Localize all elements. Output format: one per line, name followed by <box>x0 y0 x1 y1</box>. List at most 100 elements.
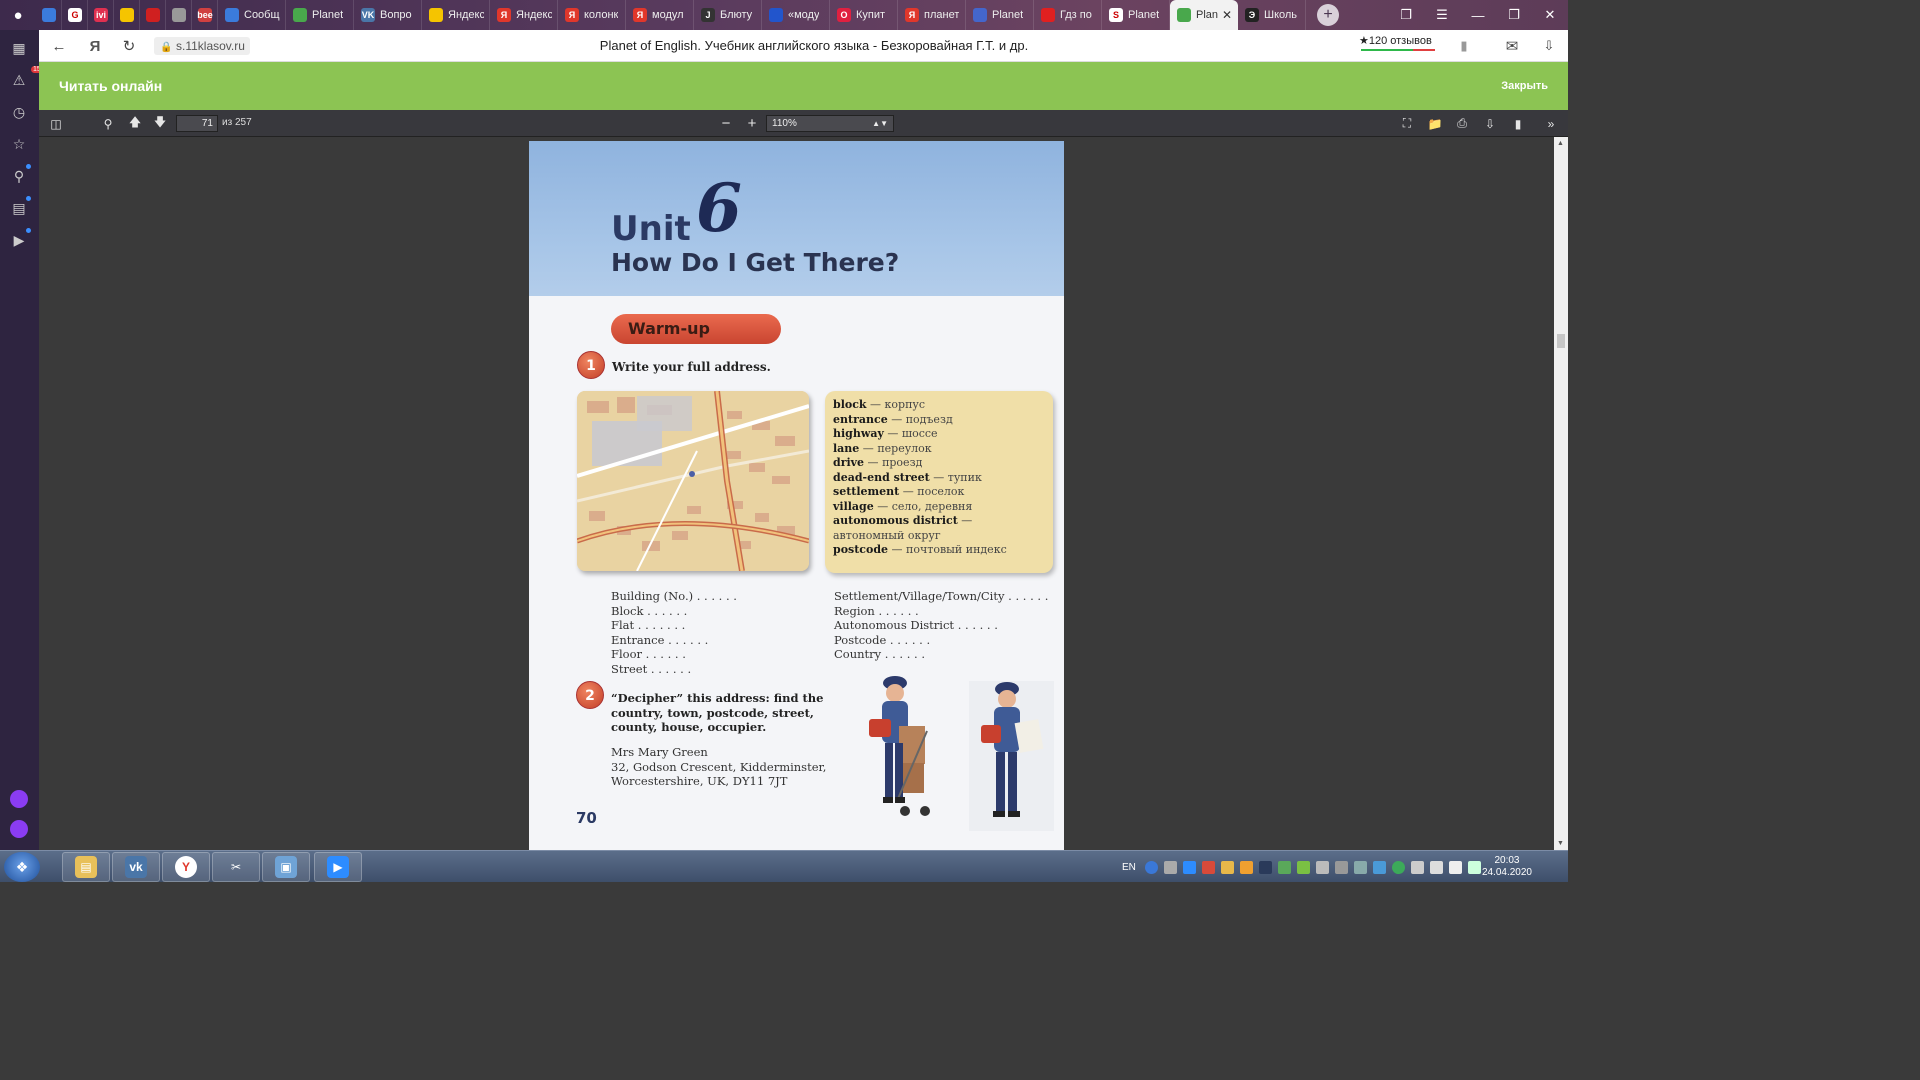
page-number-input[interactable]: 71 <box>176 115 218 132</box>
taskbar-file-explorer[interactable]: ▤ <box>62 852 110 882</box>
taskbar-vk[interactable]: vk <box>112 852 160 882</box>
tray-app-icon[interactable] <box>1239 860 1253 874</box>
vertical-scrollbar[interactable]: ▲ ▼ <box>1554 137 1568 850</box>
sidebar-toggle-icon[interactable]: ◫ <box>47 115 65 132</box>
translate-icon[interactable]: ✉ <box>1502 36 1522 56</box>
updates-icon[interactable] <box>1163 860 1177 874</box>
tools-menu-icon[interactable]: » <box>1542 115 1560 132</box>
browser-tab[interactable]: Planet <box>966 0 1034 30</box>
antivirus-icon[interactable] <box>1201 860 1215 874</box>
taskbar-zoom[interactable]: ▶ <box>314 852 362 882</box>
system-clock[interactable]: 20:03 24.04.2020 <box>1482 855 1532 879</box>
browser-tab[interactable]: bee <box>192 0 218 30</box>
display-icon[interactable] <box>1429 860 1443 874</box>
bookmark-icon[interactable]: ▮ <box>1454 36 1474 56</box>
browser-tab[interactable] <box>140 0 166 30</box>
bookmarks-star-icon[interactable]: ☆ <box>9 134 29 154</box>
volume-icon[interactable] <box>1448 860 1462 874</box>
browser-tab[interactable]: O Купит <box>830 0 898 30</box>
page-title[interactable]: Planet of English. Учебник английского я… <box>339 38 1289 53</box>
minimize-button[interactable]: — <box>1460 0 1496 30</box>
browser-tab[interactable] <box>36 0 62 30</box>
browser-menu-icon[interactable]: ☰ <box>1424 0 1460 30</box>
scrollbar-thumb[interactable] <box>1557 334 1565 348</box>
url-domain[interactable]: 🔒 s.11klasov.ru <box>154 37 250 55</box>
zoom-out-icon[interactable]: − <box>717 115 735 132</box>
close-window-button[interactable]: ✕ <box>1532 0 1568 30</box>
profile-icon[interactable]: ● <box>0 0 36 30</box>
search-page-icon[interactable]: ⚲ <box>9 164 31 186</box>
browser-tab[interactable]: Plan ✕ <box>1170 0 1238 30</box>
steam-icon[interactable] <box>1258 860 1272 874</box>
nvidia-icon[interactable] <box>1296 860 1310 874</box>
pdf-viewer[interactable]: Unit 6 How Do I Get There? Warm-up 1 Wri… <box>39 137 1568 850</box>
zoom-tray-icon[interactable] <box>1182 860 1196 874</box>
open-file-icon[interactable]: 📁 <box>1426 115 1444 132</box>
browser-tab[interactable]: Яколонк <box>558 0 626 30</box>
print-icon[interactable]: ⎙ <box>1453 115 1471 132</box>
help-icon[interactable] <box>1144 860 1158 874</box>
scroll-down-icon[interactable]: ▼ <box>1557 840 1564 847</box>
browser-tab[interactable]: Э Школь <box>1238 0 1306 30</box>
tab-label: модул <box>652 9 684 21</box>
bookmark-icon[interactable]: ▮ <box>1509 115 1527 132</box>
tray-app-icon[interactable] <box>1277 860 1291 874</box>
lock-icon[interactable]: 🔒 <box>160 39 172 57</box>
browser-tab[interactable]: Гдз по <box>1034 0 1102 30</box>
tabs-menu-icon[interactable]: ❐ <box>1388 0 1424 30</box>
browser-tab[interactable]: J Блюту <box>694 0 762 30</box>
history-clock-icon[interactable]: ◷ <box>9 102 29 122</box>
ivi-icon: ivi <box>94 8 108 22</box>
yandex-logo-icon[interactable]: Я <box>85 36 105 56</box>
browser-tab[interactable] <box>114 0 140 30</box>
browser-tab[interactable]: Planet <box>286 0 354 30</box>
back-arrow-icon[interactable]: ← <box>49 36 69 56</box>
browser-tab[interactable]: Ямодул <box>626 0 694 30</box>
wifi-icon[interactable] <box>1467 860 1481 874</box>
browser-tab[interactable]: Я Яндекс <box>490 0 558 30</box>
reload-icon[interactable]: ↻ <box>119 36 139 56</box>
media-play-icon[interactable]: ▶ <box>9 228 31 250</box>
tray-app-icon[interactable] <box>1334 860 1348 874</box>
language-indicator[interactable]: EN <box>1122 862 1136 873</box>
tray-app-icon[interactable] <box>1372 860 1386 874</box>
pen-icon[interactable] <box>1315 860 1329 874</box>
banner-close-button[interactable]: Закрыть <box>1501 80 1548 92</box>
start-button[interactable]: ❖ <box>4 852 40 882</box>
downloads-icon[interactable]: ⇩ <box>1539 36 1559 56</box>
messenger-icon[interactable] <box>10 820 28 838</box>
browser-tab[interactable]: S Planet <box>1102 0 1170 30</box>
scroll-up-icon[interactable]: ▲ <box>1557 140 1564 147</box>
browser-tab[interactable]: ivi <box>88 0 114 30</box>
browser-tab[interactable]: Яндекс <box>422 0 490 30</box>
browser-tab[interactable] <box>166 0 192 30</box>
next-page-icon[interactable]: 🡇 <box>151 115 169 132</box>
browser-tab[interactable]: Сообщ <box>218 0 286 30</box>
apps-grid-icon[interactable]: ▦ <box>9 38 29 58</box>
search-icon[interactable]: ⚲ <box>99 115 117 132</box>
exercise-1-instruction: Write your full address. <box>612 360 771 374</box>
taskbar-yandex-browser[interactable]: Y <box>162 852 210 882</box>
taskbar-snipping-tool[interactable]: ✂ <box>212 852 260 882</box>
tray-app-icon[interactable] <box>1220 860 1234 874</box>
network-icon[interactable] <box>1353 860 1367 874</box>
zoom-select[interactable]: 110% ▲▼ <box>766 115 894 132</box>
browser-tab[interactable]: Япланет <box>898 0 966 30</box>
download-icon[interactable]: ⇩ <box>1481 115 1499 132</box>
alice-assistant-icon[interactable] <box>10 790 28 808</box>
taskbar-photo-viewer[interactable]: ▣ <box>262 852 310 882</box>
browser-tab[interactable]: «моду <box>762 0 830 30</box>
presentation-mode-icon[interactable]: ⛶ <box>1398 115 1416 132</box>
close-tab-icon[interactable]: ✕ <box>1222 8 1232 22</box>
notifications-bell-icon[interactable]: ⚠ 15 <box>9 66 43 90</box>
browser-tab[interactable]: VK Вопро <box>354 0 422 30</box>
tray-app-icon[interactable] <box>1391 860 1405 874</box>
browser-tab[interactable]: G <box>62 0 88 30</box>
new-tab-button[interactable]: + <box>1317 4 1339 26</box>
previous-page-icon[interactable]: 🡅 <box>126 115 144 132</box>
collections-icon[interactable]: ▤ <box>9 196 31 218</box>
zoom-in-icon[interactable]: + <box>743 115 761 132</box>
maximize-button[interactable]: ❐ <box>1496 0 1532 30</box>
flag-icon[interactable] <box>1410 860 1424 874</box>
reviews-link[interactable]: ★120 отзывов <box>1359 34 1432 47</box>
